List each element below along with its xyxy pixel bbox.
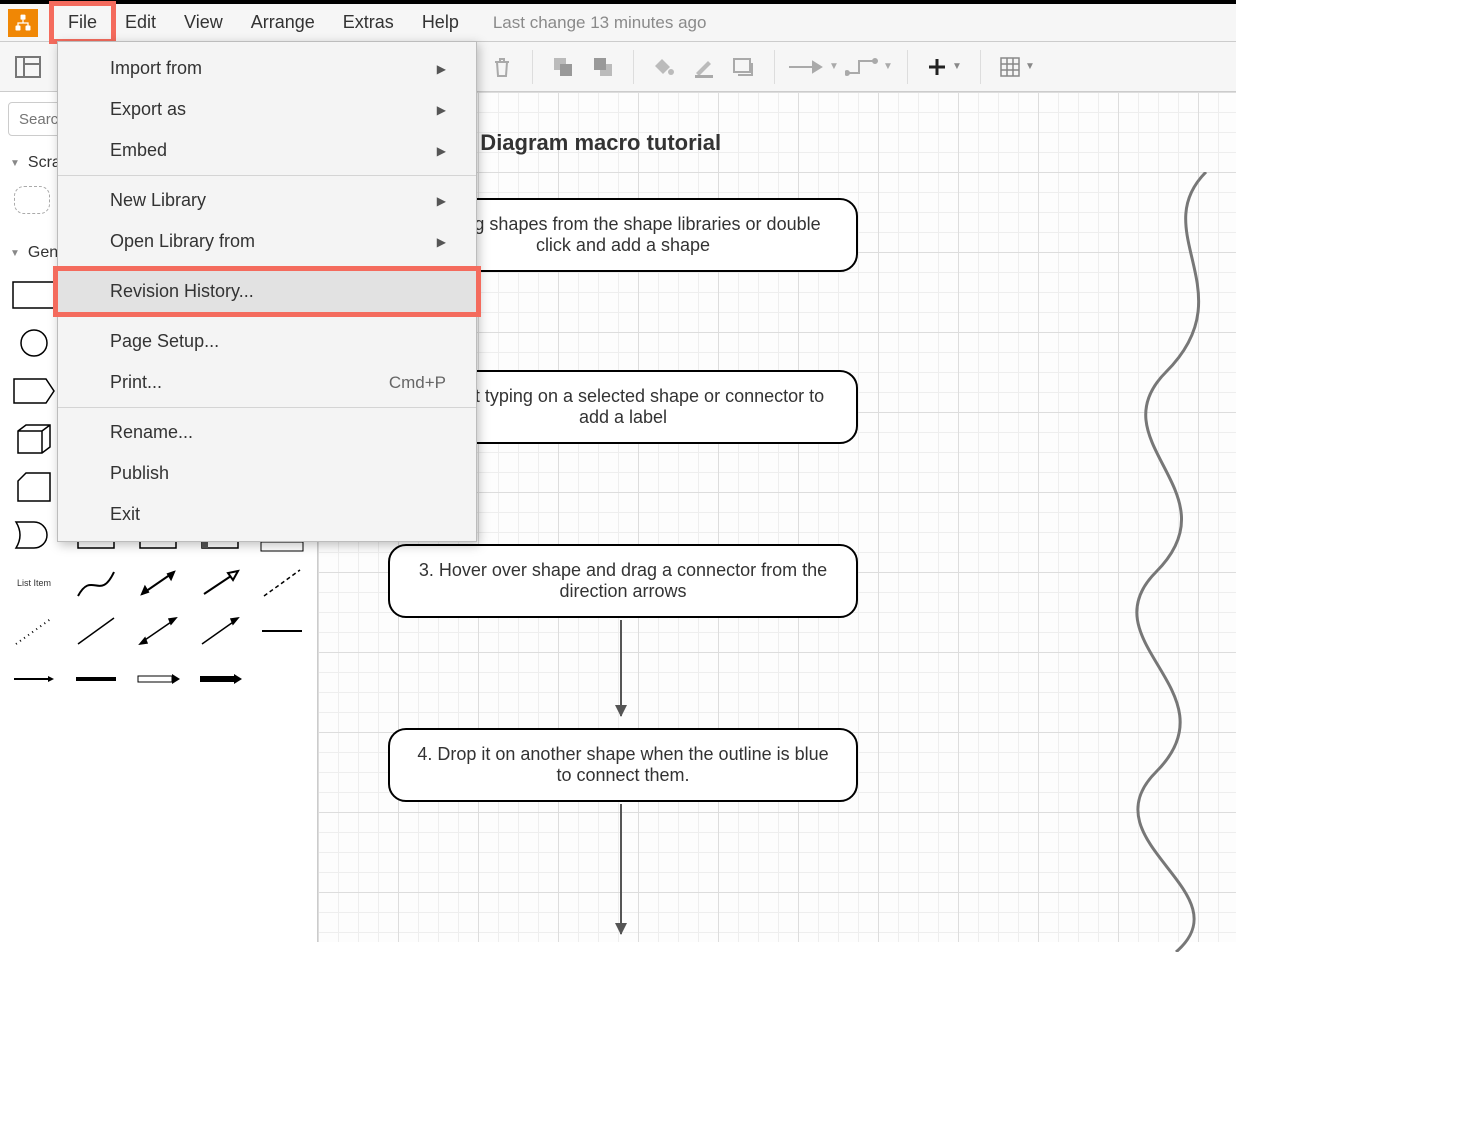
shape-link4[interactable] bbox=[136, 662, 180, 696]
flow-step-3[interactable]: 3. Hover over shape and drag a connector… bbox=[388, 544, 858, 618]
fill-color-icon[interactable] bbox=[646, 49, 682, 85]
table-icon[interactable]: ▼ bbox=[993, 49, 1041, 85]
print-shortcut: Cmd+P bbox=[389, 373, 446, 393]
submenu-arrow-icon: ▶ bbox=[437, 62, 446, 76]
scratchpad-placeholder[interactable] bbox=[14, 186, 50, 214]
file-page-setup[interactable]: Page Setup... bbox=[58, 321, 476, 362]
file-rename[interactable]: Rename... bbox=[58, 412, 476, 453]
file-export-as[interactable]: Export as▶ bbox=[58, 89, 476, 130]
file-import-from[interactable]: Import from▶ bbox=[58, 48, 476, 89]
menubar: File Edit View Arrange Extras Help Last … bbox=[0, 0, 1236, 42]
shape-line[interactable] bbox=[74, 614, 118, 648]
file-print[interactable]: Print...Cmd+P bbox=[58, 362, 476, 403]
connector-line[interactable] bbox=[620, 804, 622, 934]
flow-step-4[interactable]: 4. Drop it on another shape when the out… bbox=[388, 728, 858, 802]
shape-link2[interactable] bbox=[12, 662, 56, 696]
file-open-library[interactable]: Open Library from▶ bbox=[58, 221, 476, 262]
menu-arrange[interactable]: Arrange bbox=[237, 6, 329, 39]
connection-icon[interactable]: ▼ bbox=[787, 49, 839, 85]
connector-arrow[interactable] bbox=[620, 620, 622, 716]
menu-extras[interactable]: Extras bbox=[329, 6, 408, 39]
shadow-icon[interactable] bbox=[726, 49, 762, 85]
submenu-arrow-icon: ▶ bbox=[437, 144, 446, 158]
shape-cube[interactable] bbox=[12, 422, 56, 456]
shape-link5[interactable] bbox=[198, 662, 242, 696]
file-new-library[interactable]: New Library▶ bbox=[58, 180, 476, 221]
shape-card[interactable] bbox=[12, 470, 56, 504]
to-back-icon[interactable] bbox=[585, 49, 621, 85]
shape-or[interactable] bbox=[12, 518, 56, 552]
shape-arrow[interactable] bbox=[198, 566, 242, 600]
shape-link1[interactable] bbox=[260, 614, 304, 648]
shape-curve[interactable] bbox=[74, 566, 118, 600]
shape-list-item[interactable]: List Item bbox=[12, 566, 56, 600]
shape-link3[interactable] bbox=[74, 662, 118, 696]
shape-dashed-line[interactable] bbox=[260, 566, 304, 600]
insert-icon[interactable]: ▼ bbox=[920, 49, 968, 85]
menu-view[interactable]: View bbox=[170, 6, 237, 39]
shape-bi-thin-arrow[interactable] bbox=[136, 614, 180, 648]
to-front-icon[interactable] bbox=[545, 49, 581, 85]
app-logo[interactable] bbox=[8, 9, 38, 37]
line-color-icon[interactable] bbox=[686, 49, 722, 85]
menu-edit[interactable]: Edit bbox=[111, 6, 170, 39]
shape-bi-arrow[interactable] bbox=[136, 566, 180, 600]
file-publish[interactable]: Publish bbox=[58, 453, 476, 494]
shape-labelbox[interactable] bbox=[12, 374, 56, 408]
shape-circle[interactable] bbox=[12, 326, 56, 360]
sidebar-toggle-icon[interactable] bbox=[10, 49, 46, 85]
decorative-curve[interactable] bbox=[1086, 172, 1246, 952]
file-revision-history[interactable]: Revision History... bbox=[58, 271, 476, 312]
file-menu-dropdown: Import from▶ Export as▶ Embed▶ New Libra… bbox=[57, 41, 477, 542]
shape-rectangle[interactable] bbox=[12, 278, 56, 312]
menu-file[interactable]: File bbox=[54, 6, 111, 39]
waypoints-icon[interactable]: ▼ bbox=[843, 49, 895, 85]
submenu-arrow-icon: ▶ bbox=[437, 103, 446, 117]
delete-icon[interactable] bbox=[484, 49, 520, 85]
file-exit[interactable]: Exit bbox=[58, 494, 476, 535]
last-change-status: Last change 13 minutes ago bbox=[493, 13, 707, 33]
file-embed[interactable]: Embed▶ bbox=[58, 130, 476, 171]
menu-help[interactable]: Help bbox=[408, 6, 473, 39]
shape-dotted-line[interactable] bbox=[12, 614, 56, 648]
shape-thin-arrow[interactable] bbox=[198, 614, 242, 648]
submenu-arrow-icon: ▶ bbox=[437, 235, 446, 249]
submenu-arrow-icon: ▶ bbox=[437, 194, 446, 208]
